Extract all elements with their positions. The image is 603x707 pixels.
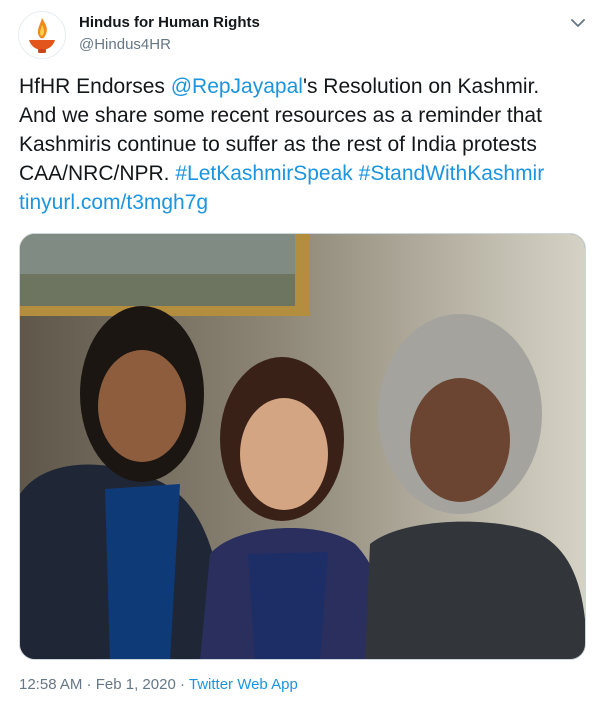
tweet-text-segment: HfHR Endorses xyxy=(19,75,171,98)
meta-separator: · xyxy=(175,676,189,693)
tweet-text-segment: Kashmiris continue to suffer as the rest… xyxy=(19,133,537,156)
meta-separator: · xyxy=(82,676,96,693)
tweet-text: HfHR Endorses @RepJayapal's Resolution o… xyxy=(19,72,594,217)
tweet-time[interactable]: 12:58 AM xyxy=(19,676,82,693)
source-app-link[interactable]: Twitter Web App xyxy=(189,676,298,693)
chevron-down-icon xyxy=(571,18,585,27)
author-avatar[interactable] xyxy=(18,11,66,59)
hashtag-link[interactable]: #LetKashmirSpeak xyxy=(175,162,352,185)
tweet-card: Hindus for Human Rights @Hindus4HR HfHR … xyxy=(0,0,603,707)
tweet-menu-button[interactable] xyxy=(566,12,590,34)
url-link[interactable]: tinyurl.com/t3mgh7g xyxy=(19,191,208,214)
flame-lamp-icon xyxy=(29,18,55,53)
hashtag-link[interactable]: #StandWithKashmir xyxy=(359,162,545,185)
author-handle[interactable]: @Hindus4HR xyxy=(79,36,171,53)
tweet-text-segment: CAA/NRC/NPR. xyxy=(19,162,176,185)
tweet-meta: 12:58 AM · Feb 1, 2020 · Twitter Web App xyxy=(19,676,298,693)
tweet-text-segment: And we share some recent resources as a … xyxy=(19,104,542,127)
tweet-date[interactable]: Feb 1, 2020 xyxy=(96,676,176,693)
author-name[interactable]: Hindus for Human Rights xyxy=(79,14,260,31)
tweet-text-segment: 's Resolution on Kashmir. xyxy=(302,75,540,98)
mention-link[interactable]: @RepJayapal xyxy=(171,75,303,98)
tweet-photo[interactable] xyxy=(19,233,586,660)
group-photo-image xyxy=(20,234,585,659)
